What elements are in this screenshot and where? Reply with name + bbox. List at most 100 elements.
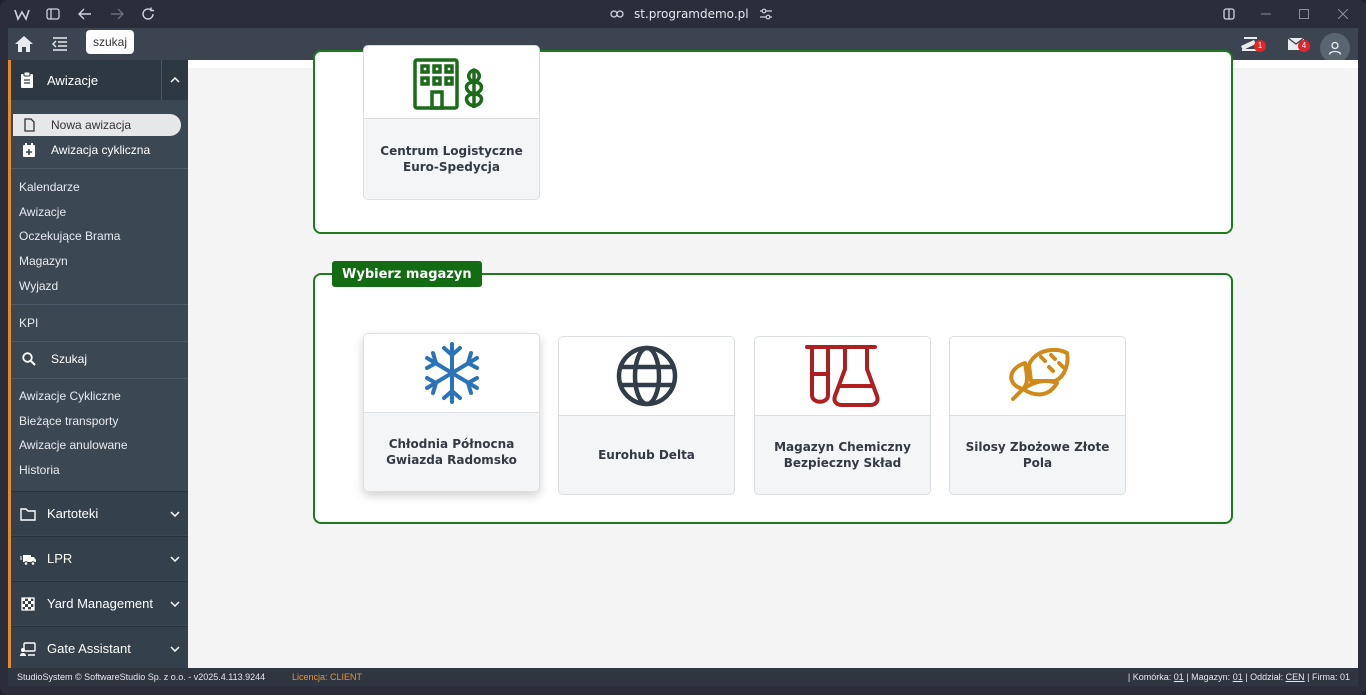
file-icon — [22, 118, 36, 132]
sidebar-item-label: Awizacja cykliczna — [51, 143, 151, 157]
sidebar-link-kalendarze[interactable]: Kalendarze — [19, 180, 80, 194]
globe-icon — [616, 345, 677, 407]
copyright-text: StudioSystem © SoftwareStudio Sp. z o.o.… — [17, 672, 266, 682]
sidebar-group-lpr[interactable]: LPR — [11, 536, 188, 580]
browser-titlebar: st.programdemo.pl — [0, 0, 1366, 28]
checkerboard-icon — [21, 597, 35, 611]
komorka-label: | Komórka: — [1127, 672, 1172, 682]
warehouse-name: Chłodnia Północna Gwiazda Radomsko — [386, 437, 517, 467]
user-avatar[interactable] — [1320, 33, 1350, 63]
warehouse-name: Eurohub Delta — [598, 448, 695, 462]
sidebar-group-label: Yard Management — [47, 596, 153, 611]
warehouse-name: Magazyn Chemiczny Bezpieczny Skład — [774, 440, 911, 470]
snowflake-icon — [424, 342, 479, 404]
card-icon-area — [364, 334, 539, 413]
sidebar-link-wyjazd[interactable]: Wyjazd — [19, 279, 58, 293]
card-icon-area — [364, 46, 539, 119]
url-text: st.programdemo.pl — [634, 7, 749, 21]
chevron-down-icon[interactable] — [161, 492, 188, 536]
home-icon[interactable] — [14, 35, 34, 53]
corn-icon — [1008, 347, 1069, 401]
sidebar-divider — [11, 378, 188, 379]
panel-title: Wybierz magazyn — [332, 261, 482, 287]
context-info: | Komórka: 01 | Magazyn: 01 | Oddział: C… — [1128, 672, 1350, 682]
clipboard-icon — [21, 72, 33, 88]
building-wheat-icon — [412, 58, 483, 110]
gate-assistant-icon — [20, 642, 36, 656]
magazyn-value[interactable]: 01 — [1233, 672, 1243, 682]
warehouse-name: Centrum Logistyczne Euro-Spedycja — [380, 144, 523, 174]
komorka-value[interactable]: 01 — [1174, 672, 1184, 682]
sidebar-toggle-icon[interactable] — [43, 4, 63, 24]
sidebar-link-historia[interactable]: Historia — [19, 463, 60, 477]
browser-logo-icon[interactable] — [12, 4, 32, 24]
sidebar-divider — [11, 341, 188, 342]
sidebar-divider — [11, 304, 188, 305]
warehouse-card-silosy[interactable]: Silosy Zbożowe Złote Pola — [949, 336, 1126, 495]
card-icon-area — [559, 337, 734, 416]
sidebar-group-gate-assistant[interactable]: Gate Assistant — [11, 626, 188, 670]
close-icon[interactable] — [1333, 4, 1353, 24]
sidebar-group-label: Kartoteki — [47, 506, 99, 521]
sidebar-item-nowa-awizacja[interactable]: Nowa awizacja — [13, 114, 181, 136]
sidebar-item-awizacja-cykliczna[interactable]: Awizacja cykliczna — [13, 139, 181, 161]
sidebar-link-biezace-transporty[interactable]: Bieżące transporty — [19, 414, 118, 428]
main-content: Centrum Logistyczne Euro-Spedycja Wybier… — [188, 45, 1358, 668]
sidebar-section-awizacje[interactable]: Awizacje — [11, 60, 188, 100]
sidebar-link-awizacje-cykliczne[interactable]: Awizacje Cykliczne — [19, 389, 121, 403]
split-view-icon[interactable] — [1219, 4, 1239, 24]
warehouse-card-eurohub[interactable]: Eurohub Delta — [558, 336, 735, 495]
reload-icon[interactable] — [138, 4, 158, 24]
sidebar-link-awizacje-anulowane[interactable]: Awizacje anulowane — [19, 438, 128, 452]
sidebar-link-awizacje[interactable]: Awizacje — [19, 205, 66, 219]
user-icon — [1328, 41, 1342, 55]
folder-icon — [20, 508, 36, 521]
search-icon — [22, 352, 36, 366]
warehouse-name: Silosy Zbożowe Złote Pola — [965, 440, 1110, 470]
sidebar-group-label: Gate Assistant — [47, 641, 131, 656]
forward-arrow-icon[interactable] — [107, 4, 127, 24]
license-text: Licencja: CLIENT — [292, 672, 363, 682]
sidebar-group-yard-management[interactable]: Yard Management — [11, 581, 188, 625]
mail-badge: 4 — [1298, 40, 1310, 52]
sidebar-item-label: Szukaj — [51, 352, 88, 366]
sidebar-group-label: LPR — [47, 551, 73, 566]
oddzial-value[interactable]: CEN — [1286, 672, 1305, 682]
sidebar-item-label: Nowa awizacja — [51, 118, 132, 132]
status-footer: StudioSystem © SoftwareStudio Sp. z o.o.… — [8, 668, 1358, 686]
truck-fast-icon — [20, 555, 36, 566]
upper-warehouse-panel: Centrum Logistyczne Euro-Spedycja — [313, 45, 1233, 234]
firma-label: | Firma: 01 — [1307, 672, 1350, 682]
warehouse-card-centrum-logistyczne[interactable]: Centrum Logistyczne Euro-Spedycja — [363, 45, 540, 200]
sidebar-item-szukaj[interactable]: Szukaj — [13, 348, 181, 370]
calendar-plus-icon — [22, 143, 36, 157]
magazyn-label: | Magazyn: — [1186, 672, 1231, 682]
sidebar: Awizacje Nowa awizacja Awizacja cykliczn… — [8, 60, 188, 670]
window: st.programdemo.pl szukaj 1 4 Awizacje No… — [0, 0, 1366, 695]
sidebar-link-kpi[interactable]: KPI — [19, 316, 38, 330]
maximize-icon[interactable] — [1294, 4, 1314, 24]
card-icon-area — [755, 337, 930, 416]
notification-badge: 1 — [1254, 40, 1266, 52]
address-bar[interactable]: st.programdemo.pl — [610, 0, 773, 28]
chevron-up-icon[interactable] — [161, 60, 188, 100]
warehouse-card-chlodnia[interactable]: Chłodnia Północna Gwiazda Radomsko — [363, 333, 540, 492]
search-button[interactable]: szukaj — [86, 30, 135, 54]
warehouse-card-magazyn-chemiczny[interactable]: Magazyn Chemiczny Bezpieczny Skład — [754, 336, 931, 495]
card-icon-area — [950, 337, 1125, 416]
oddzial-label: | Oddział: — [1245, 672, 1284, 682]
back-arrow-icon[interactable] — [75, 4, 95, 24]
menu-collapse-icon[interactable] — [52, 37, 68, 51]
link-icon — [610, 10, 624, 18]
chevron-down-icon[interactable] — [161, 627, 188, 671]
sidebar-link-magazyn[interactable]: Magazyn — [19, 254, 68, 268]
sidebar-group-kartoteki[interactable]: Kartoteki — [11, 491, 188, 535]
chevron-down-icon[interactable] — [161, 582, 188, 626]
site-settings-icon[interactable] — [759, 8, 773, 20]
sidebar-divider — [11, 168, 188, 169]
flask-icon — [804, 345, 879, 407]
sidebar-link-oczekujace-brama[interactable]: Oczekujące Brama — [19, 229, 120, 243]
minimize-icon[interactable] — [1256, 4, 1276, 24]
sidebar-section-label: Awizacje — [47, 72, 99, 88]
chevron-down-icon[interactable] — [161, 537, 188, 581]
